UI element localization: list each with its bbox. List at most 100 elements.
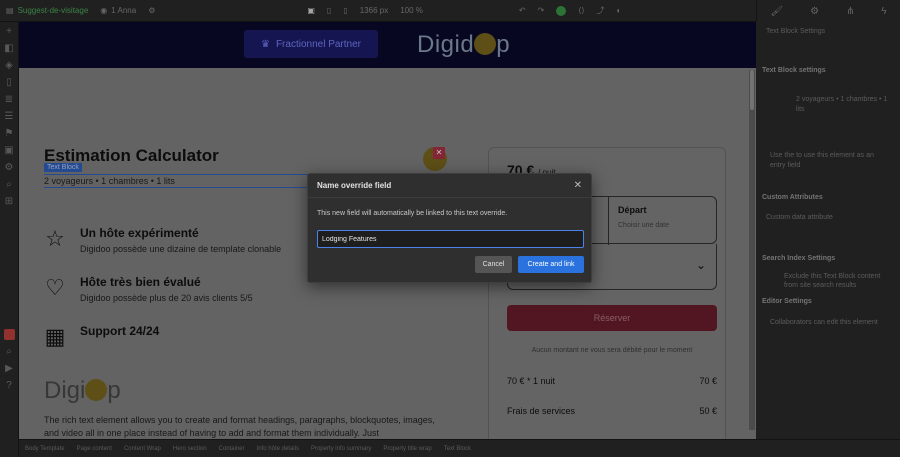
gear-icon: ⚙: [148, 6, 156, 15]
panel-section-header[interactable]: Editor Settings: [762, 298, 812, 305]
components-icon[interactable]: ◈: [4, 60, 15, 71]
page-selector[interactable]: ▤ Suggest-de-visitage: [0, 0, 94, 22]
search-icon[interactable]: ⌕: [4, 346, 15, 357]
ecommerce-icon[interactable]: ⚑: [4, 128, 15, 139]
panel-section-header[interactable]: Text Block settings: [762, 67, 826, 74]
row-value: 50 €: [699, 406, 717, 416]
feature-item: ☆ Un hôte expérimenté Digidoo possède un…: [44, 226, 281, 254]
panel-section-header[interactable]: Search Index Settings: [762, 255, 835, 262]
settings-gear[interactable]: ⚙: [142, 0, 161, 22]
row-label: 70 € * 1 nuit: [507, 376, 556, 386]
panel-line: entry field: [770, 162, 801, 169]
panel-section-header[interactable]: Custom Attributes: [762, 194, 823, 201]
nodes-icon[interactable]: ⋔: [846, 6, 854, 17]
breadcrumb-item[interactable]: Body Template: [25, 446, 65, 452]
site-header: ♛ Fractionnel Partner Digid p: [19, 22, 756, 68]
dialog-title: Name override field: [317, 181, 392, 190]
video-icon[interactable]: ▶: [4, 363, 15, 374]
tablet-breakpoint[interactable]: ▯: [321, 0, 337, 22]
desktop-breakpoint[interactable]: ▣: [301, 0, 321, 22]
site-logo[interactable]: Digid p: [417, 31, 510, 59]
mobile-icon: ▯: [343, 6, 348, 15]
mode-selector[interactable]: ◉ 1 Anna: [94, 0, 142, 22]
search-icon[interactable]: ⌕: [4, 179, 15, 190]
panel-line: 2 voyageurs • 1 chambres • 1: [796, 96, 888, 103]
zoom[interactable]: 100 %: [394, 0, 429, 22]
panel-line: Use the to use this element as an: [770, 152, 874, 159]
breadcrumb-item[interactable]: Text Block: [444, 446, 471, 452]
depart-placeholder: Choisir une date: [618, 222, 669, 229]
assets-icon[interactable]: ▣: [4, 145, 15, 156]
user-icon: ◉: [100, 6, 108, 15]
reserve-button[interactable]: Réserver: [507, 305, 717, 331]
breadcrumb-item[interactable]: Info hôte details: [257, 446, 299, 452]
name-override-dialog: Name override field ✕ This new field wil…: [307, 173, 592, 283]
mode-label: 1 Anna: [111, 6, 137, 15]
panel-line: Exclude this Text Block content: [784, 273, 881, 280]
brush-icon[interactable]: 🖌: [770, 6, 783, 17]
panel-line[interactable]: Custom data attribute: [766, 214, 833, 221]
heart-icon: ♡: [45, 275, 65, 300]
record-icon[interactable]: [3, 329, 15, 340]
feature-text: Digidoo possède plus de 20 avis clients …: [80, 293, 253, 303]
check-icon: [556, 5, 567, 16]
cancel-button[interactable]: Cancel: [475, 256, 512, 273]
canvas-width-label: 1366 px: [359, 6, 389, 15]
status-button[interactable]: [550, 0, 572, 22]
canvas-scrollbar[interactable]: [749, 70, 755, 430]
apps-icon[interactable]: ⊞: [4, 196, 15, 207]
row-label: Frais de services: [507, 406, 576, 416]
star-icon: ☆: [45, 226, 65, 251]
dialog-header: Name override field ✕: [308, 174, 591, 198]
breadcrumb-item[interactable]: Content Wrap: [124, 446, 161, 452]
promo-button[interactable]: ♛ Fractionnel Partner: [244, 30, 378, 58]
crown-icon: ♛: [260, 38, 270, 50]
dialog-description: This new field will automatically be lin…: [317, 210, 508, 217]
share-button[interactable]: ⤴: [591, 0, 611, 22]
panel-line: lits: [796, 106, 805, 113]
bolt-icon[interactable]: ϟ: [881, 6, 886, 17]
panel-line: from site search results: [784, 282, 857, 289]
add-icon[interactable]: +: [4, 26, 15, 37]
breadcrumb-item[interactable]: Property title wrap: [383, 446, 431, 452]
navigator-icon[interactable]: ◧: [4, 43, 15, 54]
preview-button[interactable]: ◐: [611, 0, 628, 22]
feature-title: Support 24/24: [80, 324, 160, 338]
logo-mid-suffix: p: [107, 377, 121, 404]
code-button[interactable]: ⟨⟩: [572, 0, 590, 22]
rich-text-block[interactable]: The rich text element allows you to crea…: [44, 414, 444, 439]
canvas-width[interactable]: 1366 px: [354, 0, 394, 22]
breadcrumb-item[interactable]: Container: [219, 446, 245, 452]
desktop-icon: ▣: [307, 6, 315, 15]
selected-element-tag: Text Block: [44, 163, 82, 172]
logo-circle-icon: [85, 379, 108, 401]
redo-icon: ↷: [537, 6, 545, 15]
undo-icon: ↶: [518, 6, 526, 15]
breadcrumb-item[interactable]: Property info summary: [311, 446, 371, 452]
tablet-icon: ▯: [326, 6, 332, 15]
badge-symbol: ✕: [433, 147, 445, 159]
breadcrumb-item[interactable]: Hero section: [173, 446, 207, 452]
price-row: 70 € * 1 nuit 70 €: [507, 376, 717, 386]
redo-button[interactable]: ↷: [532, 0, 551, 22]
undo-button[interactable]: ↶: [513, 0, 532, 22]
breadcrumb-item[interactable]: Page content: [77, 446, 112, 452]
field-name-input[interactable]: [317, 230, 584, 248]
scrollbar-thumb[interactable]: [750, 70, 754, 110]
help-icon[interactable]: ?: [4, 380, 15, 391]
price-row: Frais de services 50 €: [507, 406, 717, 416]
mobile-breakpoint[interactable]: ▯: [337, 0, 353, 22]
feature-title: Hôte très bien évalué: [80, 275, 201, 289]
create-and-link-button[interactable]: Create and link: [518, 256, 584, 273]
settings-panel: Text Block Settings Text Block settings …: [756, 22, 900, 439]
mid-logo: Digi p: [44, 377, 121, 405]
layers-icon[interactable]: ☰: [4, 111, 15, 122]
close-icon[interactable]: ✕: [574, 180, 582, 191]
cms-icon[interactable]: ≣: [4, 94, 15, 105]
pages-icon[interactable]: ▯: [4, 77, 15, 88]
feature-text: Digidoo possède une dizaine de template …: [80, 244, 282, 254]
gear-icon[interactable]: ⚙: [810, 6, 819, 17]
settings-icon[interactable]: ⚙: [4, 162, 15, 173]
feature-title: Un hôte expérimenté: [80, 226, 199, 240]
feature-item: ♡ Hôte très bien évalué Digidoo possède …: [44, 275, 253, 303]
